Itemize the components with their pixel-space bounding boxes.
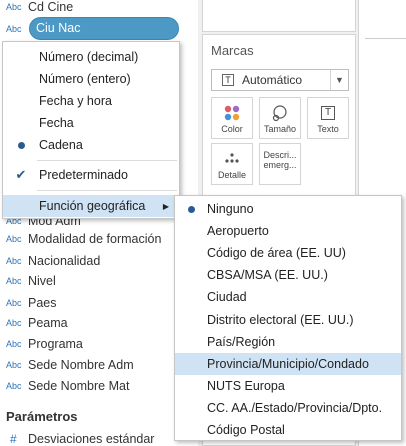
divider (365, 38, 406, 39)
tooltip-button[interactable]: Descri... emerg... (259, 143, 301, 185)
menu-item-integer[interactable]: Número (entero) (3, 68, 179, 90)
menu-separator (37, 160, 177, 161)
geo-item-county[interactable]: Provincia/Municipio/Condado (175, 353, 401, 375)
menu-item-date[interactable]: Fecha (3, 112, 179, 134)
string-type-icon: Abc (6, 2, 22, 12)
field-name: Programa (28, 337, 83, 351)
string-type-icon: Abc (6, 381, 22, 391)
color-label: Color (221, 124, 243, 134)
field-item[interactable]: Abc Nivel (0, 270, 198, 292)
selected-field-pill[interactable]: Ciu Nac (29, 17, 179, 40)
field-name: Sede Nombre Mat (28, 379, 130, 393)
geo-item-country[interactable]: País/Región (175, 331, 401, 353)
selected-dot-icon (187, 205, 195, 213)
menu-item-geographic-role[interactable]: Función geográfica ▶ (3, 195, 179, 217)
menu-item-datetime[interactable]: Fecha y hora (3, 90, 179, 112)
geo-item-none[interactable]: Ninguno (175, 198, 401, 220)
string-type-icon: Abc (6, 24, 22, 34)
field-name: Modalidad de formación (28, 232, 162, 246)
parameter-name: Desviaciones estándar (28, 432, 155, 446)
selected-dot-icon (17, 141, 25, 149)
geo-item-zip[interactable]: Código Postal (175, 419, 401, 441)
parameters-header: Parámetros (6, 409, 78, 424)
tooltip-icon: Descri... emerg... (263, 150, 297, 170)
text-mark-icon: T (222, 74, 234, 86)
detail-label: Detalle (217, 170, 246, 180)
number-type-icon: # (10, 432, 17, 446)
field-item[interactable]: Abc Sede Nombre Adm (0, 354, 198, 376)
mark-type-dropdown[interactable]: T Automático ▼ (211, 69, 349, 91)
geo-item-cbsa[interactable]: CBSA/MSA (EE. UU.) (175, 264, 401, 286)
mark-type-label: Automático (242, 73, 303, 87)
string-type-icon: Abc (6, 256, 22, 266)
color-button[interactable]: Color (211, 97, 253, 139)
chevron-down-icon[interactable]: ▼ (330, 70, 348, 90)
string-type-icon: Abc (6, 234, 22, 244)
field-item[interactable]: Abc Modalidad de formación (0, 228, 198, 250)
text-label: Texto (317, 124, 339, 134)
string-type-icon: Abc (6, 276, 22, 286)
detail-dots-icon (212, 148, 252, 170)
color-dots-icon (212, 102, 252, 124)
menu-item-string[interactable]: Cadena (3, 134, 179, 156)
field-name: Sede Nombre Adm (28, 358, 134, 372)
parameter-item[interactable]: # Desviaciones estándar (0, 429, 154, 446)
field-name: Cd Cine (28, 0, 74, 14)
string-type-icon: Abc (6, 339, 22, 349)
field-item[interactable]: Abc Peama (0, 312, 198, 334)
filters-shelf[interactable] (202, 0, 356, 32)
geo-item-state[interactable]: CC. AA./Estado/Provincia/Dpto. (175, 397, 401, 419)
field-name: Nacionalidad (28, 254, 101, 268)
checkmark-icon: ✔ (15, 167, 27, 182)
geo-item-nuts[interactable]: NUTS Europa (175, 375, 401, 397)
marks-title: Marcas (211, 43, 254, 58)
field-item[interactable]: Abc Sede Nombre Mat (0, 375, 198, 397)
field-name: Paes (28, 296, 57, 310)
field-item[interactable]: Abc Paes (0, 292, 198, 314)
string-type-icon: Abc (6, 318, 22, 328)
size-label: Tamaño (263, 124, 297, 134)
menu-separator (37, 190, 177, 191)
field-item[interactable]: Abc Cd Cine (0, 0, 198, 18)
geo-item-area-code[interactable]: Código de área (EE. UU) (175, 242, 401, 264)
geo-item-city[interactable]: Ciudad (175, 286, 401, 308)
text-icon: T (308, 102, 348, 124)
menu-item-decimal[interactable]: Número (decimal) (3, 46, 179, 68)
field-name: Peama (28, 316, 68, 330)
geographic-role-submenu: Ninguno Aeropuerto Código de área (EE. U… (174, 195, 402, 441)
string-type-icon: Abc (6, 298, 22, 308)
field-context-menu: Número (decimal) Número (entero) Fecha y… (2, 41, 180, 219)
menu-item-default[interactable]: ✔ Predeterminado (3, 164, 179, 186)
string-type-icon: Abc (6, 360, 22, 370)
field-name: Nivel (28, 274, 56, 288)
text-button[interactable]: T Texto (307, 97, 349, 139)
field-item[interactable]: Abc Nacionalidad (0, 250, 198, 272)
size-button[interactable]: Tamaño (259, 97, 301, 139)
geo-item-airport[interactable]: Aeropuerto (175, 220, 401, 242)
field-item[interactable]: Abc Programa (0, 333, 198, 355)
submenu-arrow-icon: ▶ (162, 201, 169, 211)
field-name: Ciu Nac (36, 21, 81, 35)
detail-button[interactable]: Detalle (211, 143, 253, 185)
geo-item-congressional-district[interactable]: Distrito electoral (EE. UU.) (175, 309, 401, 331)
size-circles-icon (260, 102, 300, 124)
